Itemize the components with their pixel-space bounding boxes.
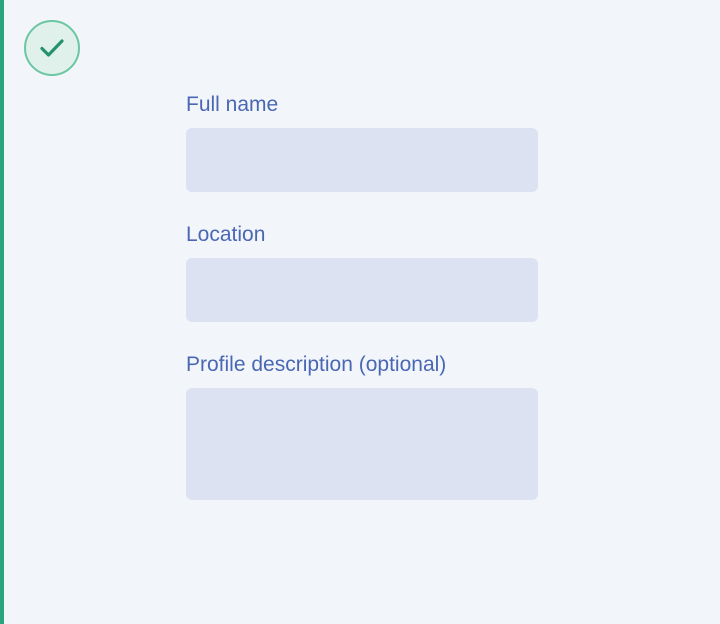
- location-label: Location: [186, 223, 266, 246]
- location-input[interactable]: [186, 258, 538, 322]
- accent-bar: [0, 0, 4, 624]
- full-name-field-group: Full name: [186, 88, 538, 192]
- profile-form: Full name Location Profile description (…: [186, 88, 538, 500]
- full-name-input[interactable]: [186, 128, 538, 192]
- profile-form-page: Full name Location Profile description (…: [0, 0, 720, 624]
- profile-description-field-group: Profile description (optional): [186, 348, 538, 500]
- profile-description-label: Profile description (optional): [186, 353, 447, 376]
- profile-description-textarea[interactable]: [186, 388, 538, 500]
- full-name-label: Full name: [186, 93, 279, 116]
- check-icon: [40, 39, 64, 57]
- location-field-group: Location: [186, 218, 538, 322]
- check-circle-icon: [24, 20, 80, 76]
